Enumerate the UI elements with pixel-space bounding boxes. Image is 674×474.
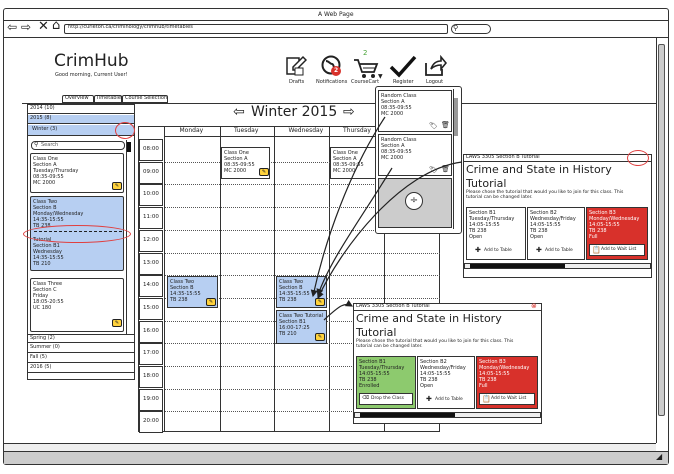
drag-arrows (310, 116, 463, 321)
